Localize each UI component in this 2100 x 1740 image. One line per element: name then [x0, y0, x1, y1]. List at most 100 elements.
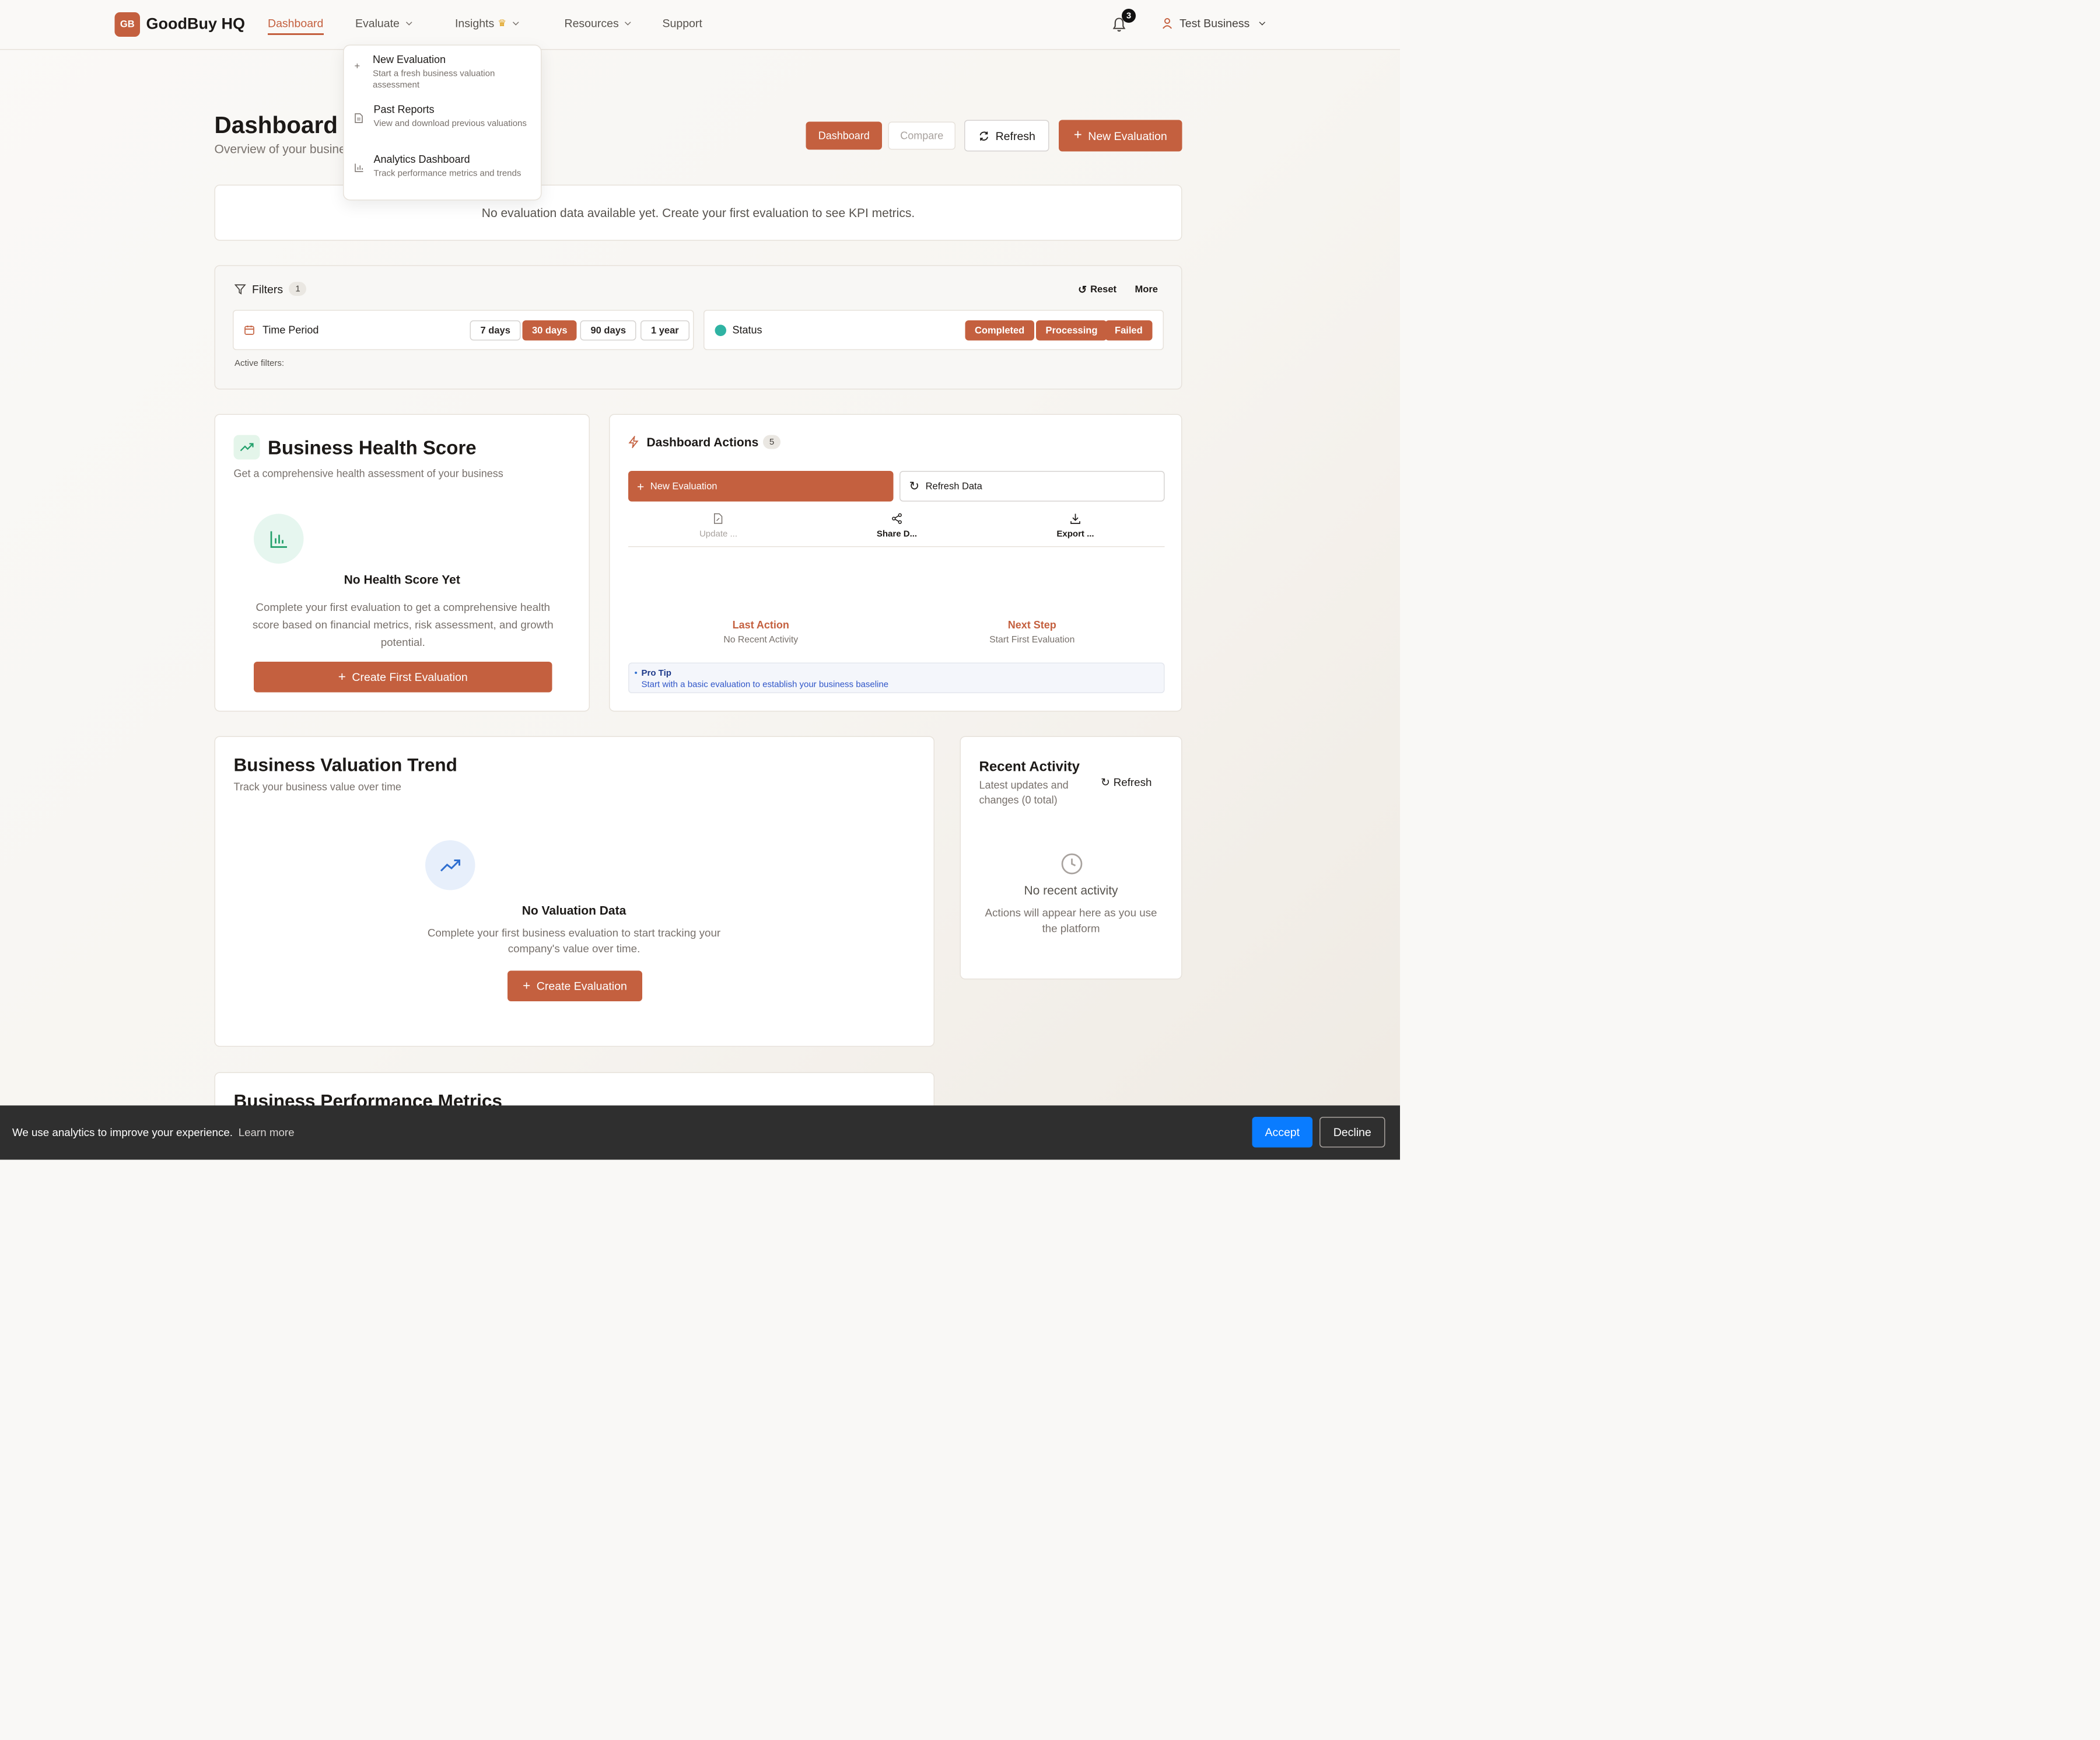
download-icon — [1070, 513, 1080, 524]
update-quick-action[interactable]: Update ... — [670, 513, 766, 539]
status-completed[interactable]: Completed — [965, 320, 1034, 341]
next-step-label: Next Step — [1007, 619, 1056, 631]
trending-up-icon — [425, 840, 475, 890]
nav-dashboard[interactable]: Dashboard — [268, 17, 324, 35]
export-quick-action-label: Export ... — [1056, 529, 1094, 540]
status-dot-icon — [715, 324, 726, 336]
new-evaluation-button[interactable]: + New Evaluation — [1059, 120, 1182, 152]
share-quick-action[interactable]: Share D... — [849, 513, 945, 539]
filter-icon — [235, 284, 246, 294]
page-title: Dashboard — [214, 112, 338, 138]
status-failed[interactable]: Failed — [1105, 320, 1153, 341]
update-quick-action-label: Update ... — [699, 529, 738, 540]
menu-item-desc: Track performance metrics and trends — [373, 169, 522, 179]
activity-card-subtitle: Latest updates and changes (0 total) — [979, 779, 1069, 806]
cookie-message: We use analytics to improve your experie… — [12, 1126, 233, 1139]
time-period-label: Time Period — [262, 324, 319, 336]
calendar-icon — [244, 326, 254, 335]
nav-insights[interactable]: Insights ♛ — [455, 17, 519, 30]
menu-item-new-evaluation[interactable]: + New Evaluation Start a fresh business … — [344, 54, 543, 101]
create-first-evaluation-button[interactable]: + Create First Evaluation — [254, 662, 552, 693]
nav-support[interactable]: Support — [663, 17, 702, 30]
dashboard-actions-card: Dashboard Actions 5 + New Evaluation ↻ R… — [609, 414, 1182, 712]
document-icon — [355, 113, 363, 123]
refresh-button[interactable]: Refresh — [964, 120, 1049, 152]
chevron-down-icon — [512, 19, 519, 25]
new-evaluation-button-label: New Evaluation — [1088, 129, 1167, 142]
status-label: Status — [732, 324, 762, 336]
actions-count-badge: 5 — [763, 435, 780, 449]
menu-item-title: Past Reports — [373, 103, 435, 116]
decline-cookies-button[interactable]: Decline — [1320, 1117, 1385, 1148]
trend-empty-title: No Valuation Data — [522, 903, 626, 917]
refresh-icon — [979, 131, 988, 141]
notification-count-badge: 3 — [1122, 9, 1136, 23]
reset-icon: ↺ — [1078, 284, 1087, 296]
bullet-icon: • — [634, 669, 638, 679]
menu-item-desc: View and download previous valuations — [373, 119, 527, 129]
evaluate-dropdown-menu: + New Evaluation Start a fresh business … — [343, 44, 543, 201]
app-root: GB GoodBuy HQ Dashboard Evaluate Insight… — [0, 0, 2100, 1740]
refresh-icon: ↻ — [1101, 776, 1110, 789]
user-icon — [1163, 18, 1172, 29]
accept-cookies-button[interactable]: Accept — [1252, 1117, 1312, 1148]
nav-resources-label: Resources — [564, 16, 619, 30]
reset-label: Reset — [1090, 284, 1117, 295]
more-filters-button[interactable]: More — [1135, 285, 1158, 295]
valuation-trend-card: Business Valuation Trend Track your busi… — [214, 736, 935, 1047]
compare-view-button[interactable]: Compare — [888, 121, 956, 150]
refresh-data-label: Refresh Data — [925, 481, 982, 492]
health-card-title: Business Health Score — [268, 436, 477, 459]
dashboard-view-button[interactable]: Dashboard — [806, 121, 882, 150]
plus-icon: + — [354, 61, 360, 72]
business-health-card: Business Health Score Get a comprehensiv… — [214, 414, 590, 712]
activity-card-title: Recent Activity — [979, 760, 1080, 775]
time-period-90-days[interactable]: 90 days — [580, 320, 637, 341]
plus-icon: + — [637, 479, 645, 494]
nav-evaluate[interactable]: Evaluate — [355, 16, 412, 30]
time-period-30-days[interactable]: 30 days — [522, 320, 578, 341]
refresh-data-button[interactable]: ↻ Refresh Data — [900, 471, 1165, 502]
health-card-subtitle: Get a comprehensive health assessment of… — [233, 467, 503, 480]
time-period-1-year[interactable]: 1 year — [640, 320, 690, 341]
active-filters-label: Active filters: — [235, 359, 285, 369]
logo-mark[interactable]: GB — [114, 12, 140, 37]
bar-chart-icon — [254, 513, 304, 564]
filters-panel: Filters 1 ↺ Reset More Time Period 7 day… — [214, 265, 1182, 390]
brand-name[interactable]: GoodBuy HQ — [146, 15, 246, 34]
user-name: Test Business — [1180, 16, 1250, 30]
filters-header[interactable]: Filters 1 — [235, 282, 307, 296]
create-evaluation-button[interactable]: + Create Evaluation — [508, 970, 642, 1001]
trend-card-title: Business Valuation Trend — [233, 755, 457, 776]
filters-title: Filters — [252, 282, 284, 296]
plus-icon: + — [523, 979, 531, 994]
reset-filters-button[interactable]: ↺ Reset — [1078, 284, 1116, 296]
recent-activity-card: Recent Activity Latest updates and chang… — [960, 736, 1182, 980]
nav-resources[interactable]: Resources — [565, 17, 631, 30]
next-step-summary: Next Step Start First Evaluation — [900, 619, 1165, 645]
learn-more-link[interactable]: Learn more — [239, 1127, 295, 1139]
nav-support-label: Support — [662, 16, 702, 30]
trend-empty-description: Complete your first business evaluation … — [427, 927, 721, 955]
status-filter: Status Completed Processing Failed — [704, 310, 1164, 350]
health-empty-description: Complete your first evaluation to get a … — [252, 601, 554, 649]
viewport: GB GoodBuy HQ Dashboard Evaluate Insight… — [0, 0, 1400, 1160]
pro-tip-box: • Pro Tip Start with a basic evaluation … — [628, 662, 1165, 693]
nav-evaluate-label: Evaluate — [355, 16, 400, 30]
user-menu[interactable]: Test Business — [1162, 16, 1266, 30]
menu-item-analytics-dashboard[interactable]: Analytics Dashboard Track performance me… — [344, 153, 543, 199]
time-period-7-days[interactable]: 7 days — [470, 320, 521, 341]
menu-item-desc: Start a fresh business valuation assessm… — [373, 69, 495, 90]
status-processing[interactable]: Processing — [1036, 320, 1107, 341]
pro-tip-text: Start with a basic evaluation to establi… — [641, 680, 889, 690]
menu-item-title: New Evaluation — [373, 53, 446, 66]
chevron-down-icon — [405, 19, 412, 25]
bar-chart-icon — [355, 163, 363, 172]
menu-item-past-reports[interactable]: Past Reports View and download previous … — [344, 103, 543, 151]
export-quick-action[interactable]: Export ... — [1027, 513, 1124, 539]
activity-refresh-button[interactable]: ↻ Refresh — [1101, 775, 1152, 789]
crown-icon: ♛ — [498, 18, 507, 29]
last-action-summary: Last Action No Recent Activity — [628, 619, 894, 645]
actions-new-evaluation-button[interactable]: + New Evaluation — [628, 471, 894, 502]
top-navigation-bar: GB GoodBuy HQ Dashboard Evaluate Insight… — [0, 0, 1400, 50]
